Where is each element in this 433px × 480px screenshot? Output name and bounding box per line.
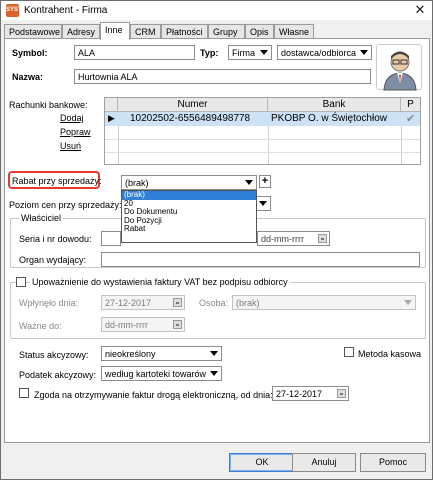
primary-check-icon: ✔ <box>406 113 416 125</box>
vat-authorization-group <box>10 282 426 339</box>
einvoice-consent-checkbox[interactable] <box>19 388 29 398</box>
vat-authorization-checkbox[interactable] <box>16 277 26 287</box>
type-select[interactable]: Firma <box>228 45 272 60</box>
excise-tax-select[interactable]: według kartoteki towarów <box>101 366 222 381</box>
valid-until-field[interactable]: dd-mm-rrrr <box>101 317 185 332</box>
issuer-field[interactable] <box>101 252 420 267</box>
grid-line <box>401 126 402 164</box>
valid-until-label: Ważne do: <box>19 321 62 331</box>
discount-select[interactable]: (brak) <box>121 175 257 190</box>
column-header-bank[interactable]: Bank <box>268 98 401 112</box>
row-selector-header <box>105 98 118 112</box>
avatar-person-icon <box>383 51 417 91</box>
cash-method-checkbox[interactable] <box>344 347 354 357</box>
chevron-down-icon <box>260 50 268 55</box>
chevron-down-icon <box>404 300 412 305</box>
tab-crm[interactable]: CRM <box>130 24 161 39</box>
grid-line <box>105 139 420 140</box>
close-icon[interactable]: ✕ <box>409 2 431 18</box>
table-row[interactable]: ▶ 10202502-6556489498778 PKOBP O. w Świę… <box>105 112 420 126</box>
role-select[interactable]: dostawca/odbiorca <box>277 45 372 60</box>
person-select-value: (brak) <box>236 298 260 308</box>
calendar-icon[interactable] <box>173 320 182 329</box>
grid-line <box>268 126 269 164</box>
tab-inne[interactable]: Inne <box>100 22 130 40</box>
excise-status-value: nieokreślony <box>105 349 156 359</box>
role-select-value: dostawca/odbiorca <box>281 48 357 58</box>
discount-option[interactable]: (brak) <box>122 190 256 200</box>
einvoice-date-value: 27-12-2017 <box>276 389 323 399</box>
bank-accounts-label: Rachunki bankowe: <box>9 100 88 110</box>
app-icon: SYST <box>6 4 22 17</box>
cash-method-label: Metoda kasowa <box>358 349 422 359</box>
tab-bar: Podstawowe Adresy Inne CRM Płatności Gru… <box>4 22 430 40</box>
edit-account-link[interactable]: Popraw <box>60 127 91 137</box>
discount-label: Rabat przy sprzedaży: <box>12 176 102 186</box>
tab-platnosci[interactable]: Płatności <box>161 24 208 39</box>
valid-until-value: dd-mm-rrrr <box>105 320 148 330</box>
calendar-icon[interactable] <box>337 389 346 398</box>
id-number-field[interactable] <box>101 231 121 246</box>
grid-line <box>105 152 420 153</box>
id-date-field[interactable]: dd-mm-rrrr <box>257 231 330 246</box>
type-label: Typ: <box>200 48 219 58</box>
calendar-icon[interactable] <box>173 298 182 307</box>
calendar-icon[interactable] <box>318 234 327 243</box>
einvoice-date-field[interactable]: 27-12-2017 <box>272 386 349 401</box>
chevron-down-icon <box>210 351 218 356</box>
tab-opis[interactable]: Opis <box>245 24 274 39</box>
add-account-link[interactable]: Dodaj <box>60 113 84 123</box>
bank-accounts-table[interactable]: Numer Bank P ▶ 10202502-6556489498778 PK… <box>104 97 421 165</box>
tab-adresy[interactable]: Adresy <box>62 24 100 39</box>
excise-tax-label: Podatek akcyzowy: <box>19 370 97 380</box>
chevron-down-icon <box>210 371 218 376</box>
received-date-value: 27-12-2017 <box>105 298 152 308</box>
column-header-number[interactable]: Numer <box>118 98 268 112</box>
window-title: Kontrahent - Firma <box>24 5 108 16</box>
discount-select-value: (brak) <box>125 178 149 188</box>
vat-authorization-label: Upoważnienie do wystawienia faktury VAT … <box>30 277 290 287</box>
id-number-label: Seria i nr dowodu: <box>19 234 92 244</box>
excise-status-select[interactable]: nieokreślony <box>101 346 222 361</box>
row-pointer-icon: ▶ <box>108 113 115 123</box>
help-button[interactable]: Pomoc <box>360 453 426 472</box>
price-level-label: Poziom cen przy sprzedaży: <box>9 200 122 210</box>
person-select[interactable]: (brak) <box>232 295 416 310</box>
chevron-down-icon <box>360 50 368 55</box>
add-discount-button[interactable]: + <box>259 175 271 188</box>
tab-panel: Symbol: ALA Typ: Firma dostawca/odbiorca… <box>4 38 430 443</box>
owner-group-label: Właściciel <box>19 213 64 223</box>
column-header-p[interactable]: P <box>401 98 420 112</box>
id-date-placeholder: dd-mm-rrrr <box>261 234 304 244</box>
account-number-cell: 10202502-6556489498778 <box>130 113 251 124</box>
tab-podstawowe[interactable]: Podstawowe <box>4 24 62 39</box>
grid-line <box>118 126 119 164</box>
person-label: Osoba: <box>199 298 229 308</box>
delete-account-link[interactable]: Usuń <box>60 141 81 151</box>
symbol-label: Symbol: <box>12 48 48 58</box>
tab-wlasne[interactable]: Własne <box>274 24 314 39</box>
received-date-field[interactable]: 27-12-2017 <box>101 295 185 310</box>
chevron-down-icon <box>245 180 253 185</box>
received-date-label: Wpłynęło dnia: <box>19 298 79 308</box>
name-label: Nazwa: <box>12 72 44 82</box>
discount-option[interactable]: Rabat <box>122 225 256 234</box>
bank-name-cell: PKOBP O. w Świętochłow <box>271 113 387 124</box>
type-select-value: Firma <box>232 48 255 58</box>
issuer-label: Organ wydający: <box>19 255 87 265</box>
excise-status-label: Status akcyzowy: <box>19 350 89 360</box>
cancel-button[interactable]: Anuluj <box>292 453 356 472</box>
dialog-window: SYST Kontrahent - Firma ✕ Podstawowe Adr… <box>0 0 433 480</box>
discount-options-list[interactable]: (brak) 20 Do Dokumentu Do Pozycji Rabat <box>121 190 257 243</box>
excise-tax-value: według kartoteki towarów <box>105 369 207 379</box>
einvoice-consent-label: Zgoda na otrzymywanie faktur drogą elekt… <box>34 390 273 400</box>
title-bar: SYST Kontrahent - Firma ✕ <box>1 1 432 20</box>
contractor-avatar-icon[interactable] <box>376 44 422 91</box>
chevron-down-icon <box>259 201 267 206</box>
symbol-field[interactable]: ALA <box>74 45 195 60</box>
name-field[interactable]: Hurtownia ALA <box>74 69 371 84</box>
ok-button[interactable]: OK <box>229 453 295 472</box>
tab-grupy[interactable]: Grupy <box>208 24 245 39</box>
